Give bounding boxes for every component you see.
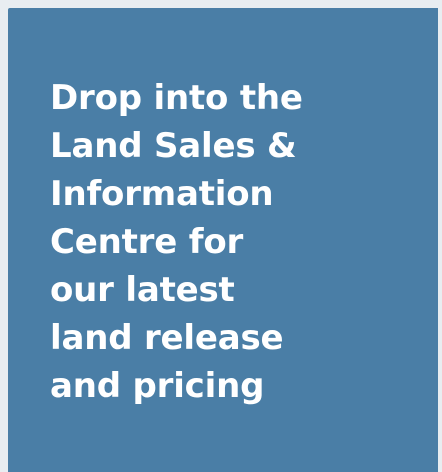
promo-line-4: Centre for — [50, 222, 244, 262]
page-background: Drop into the Land Sales & Information C… — [0, 0, 442, 472]
promo-line-5: our latest — [50, 270, 235, 310]
promo-message: Drop into the Land Sales & Information C… — [50, 74, 350, 410]
promo-line-1: Drop into the — [50, 78, 303, 118]
promo-card: Drop into the Land Sales & Information C… — [8, 8, 438, 472]
promo-line-3: Information — [50, 174, 274, 214]
promo-line-7: and pricing — [50, 366, 265, 406]
promo-line-6: land release — [50, 318, 284, 358]
promo-line-2: Land Sales & — [50, 126, 297, 166]
